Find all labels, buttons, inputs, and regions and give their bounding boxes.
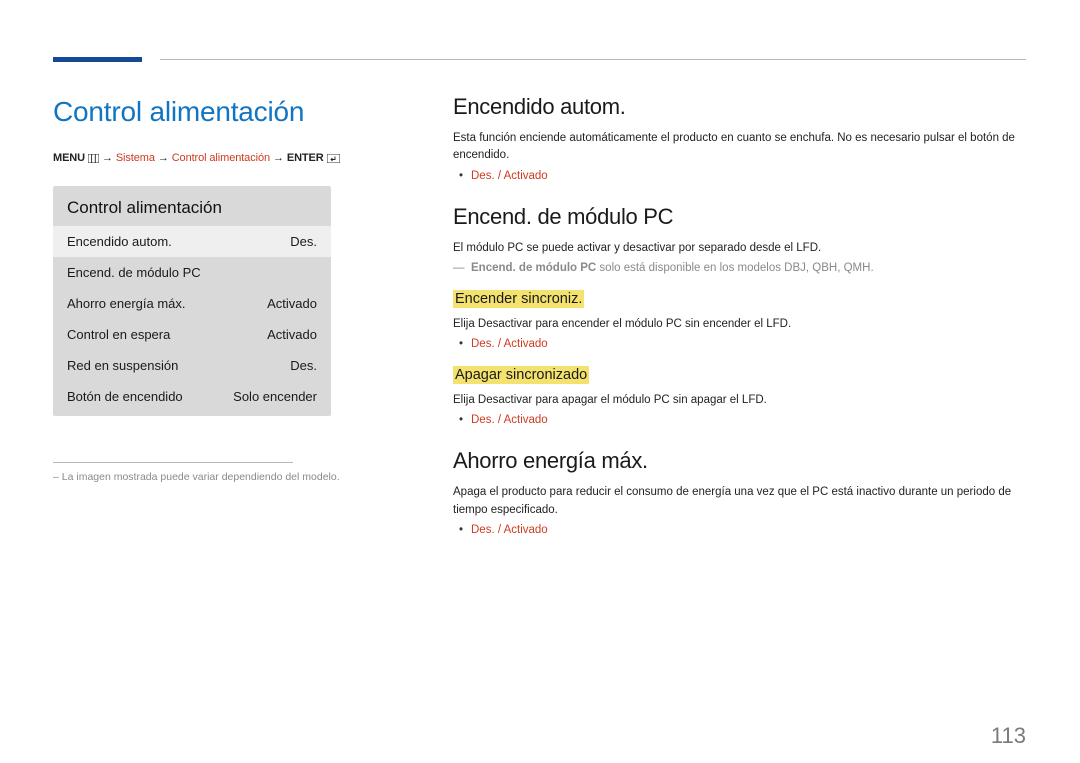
- settings-panel: Control alimentación Encendido autom. Des…: [53, 186, 331, 416]
- option-bullet-sync-off: Des. / Activado: [471, 414, 1026, 426]
- panel-row-value: Des.: [290, 358, 317, 373]
- sub-para-sync-on: Elija Desactivar para encender el módulo…: [453, 316, 1026, 333]
- sub-para-sync-off: Elija Desactivar para apagar el módulo P…: [453, 392, 1026, 409]
- enter-icon: [327, 154, 340, 166]
- panel-row: Encendido autom. Des.: [53, 226, 331, 257]
- panel-row-label: Control en espera: [67, 327, 170, 342]
- panel-row-value: Activado: [267, 327, 317, 342]
- panel-row: Botón de encendido Solo encender: [53, 381, 331, 416]
- breadcrumb-arrow-2: →: [158, 152, 169, 164]
- page-number: 113: [991, 723, 1026, 749]
- breadcrumb-path-1: Sistema: [116, 152, 155, 164]
- section-para-pc-module: El módulo PC se puede activar y desactiv…: [453, 240, 1026, 257]
- section-heading-auto-on: Encendido autom.: [453, 94, 1026, 120]
- breadcrumb-enter-label: ENTER: [287, 152, 324, 164]
- header-accent-bar: [53, 57, 142, 62]
- option-bullet-max-saving: Des. / Activado: [471, 524, 1026, 536]
- option-value-sync-off: Des. / Activado: [471, 414, 548, 426]
- note-rest: solo está disponible en los modelos DBJ,…: [596, 262, 873, 274]
- option-value-sync-on: Des. / Activado: [471, 338, 548, 350]
- subheading-sync-on: Encender sincroniz.: [453, 290, 584, 308]
- breadcrumb-arrow-3: →: [273, 152, 284, 164]
- footnote: – La imagen mostrada puede variar depend…: [53, 471, 353, 483]
- section-para-max-saving: Apaga el producto para reducir el consum…: [453, 484, 1026, 519]
- breadcrumb-menu-label: MENU: [53, 152, 85, 164]
- note-pc-module: Encend. de módulo PC solo está disponibl…: [471, 262, 1026, 274]
- panel-row-value: Activado: [267, 296, 317, 311]
- option-bullet-auto-on: Des. / Activado: [471, 170, 1026, 182]
- menu-grid-icon: [88, 154, 99, 166]
- footnote-text: La imagen mostrada puede variar dependie…: [62, 471, 340, 483]
- panel-title: Control alimentación: [53, 186, 331, 226]
- panel-row-label: Red en suspensión: [67, 358, 178, 373]
- footnote-dash: –: [53, 471, 62, 483]
- breadcrumb-path-2: Control alimentación: [172, 152, 270, 164]
- subheading-sync-off: Apagar sincronizado: [453, 366, 589, 384]
- option-value-max-saving: Des. / Activado: [471, 524, 548, 536]
- header-rule: [160, 59, 1026, 60]
- panel-row: Red en suspensión Des.: [53, 350, 331, 381]
- right-column: Encendido autom. Esta función enciende a…: [453, 94, 1026, 542]
- panel-row: Control en espera Activado: [53, 319, 331, 350]
- panel-row-value: Solo encender: [233, 389, 317, 404]
- panel-row-value: Des.: [290, 234, 317, 249]
- option-value-auto-on: Des. / Activado: [471, 170, 548, 182]
- page-heading: Control alimentación: [53, 96, 353, 128]
- breadcrumb-arrow-1: →: [102, 152, 113, 164]
- panel-row-label: Ahorro energía máx.: [67, 296, 186, 311]
- footnote-separator: [53, 462, 293, 463]
- section-para-auto-on: Esta función enciende automáticamente el…: [453, 130, 1026, 165]
- panel-row: Encend. de módulo PC: [53, 257, 331, 288]
- left-column: Control alimentación MENU → Sistema → Co…: [53, 96, 353, 483]
- section-heading-max-saving: Ahorro energía máx.: [453, 448, 1026, 474]
- note-bold: Encend. de módulo PC: [471, 262, 596, 274]
- option-bullet-sync-on: Des. / Activado: [471, 338, 1026, 350]
- panel-row-label: Botón de encendido: [67, 389, 183, 404]
- breadcrumb: MENU → Sistema → Control alimentación → …: [53, 152, 353, 166]
- section-heading-pc-module: Encend. de módulo PC: [453, 204, 1026, 230]
- panel-row-label: Encendido autom.: [67, 234, 172, 249]
- panel-row-label: Encend. de módulo PC: [67, 265, 201, 280]
- panel-row: Ahorro energía máx. Activado: [53, 288, 331, 319]
